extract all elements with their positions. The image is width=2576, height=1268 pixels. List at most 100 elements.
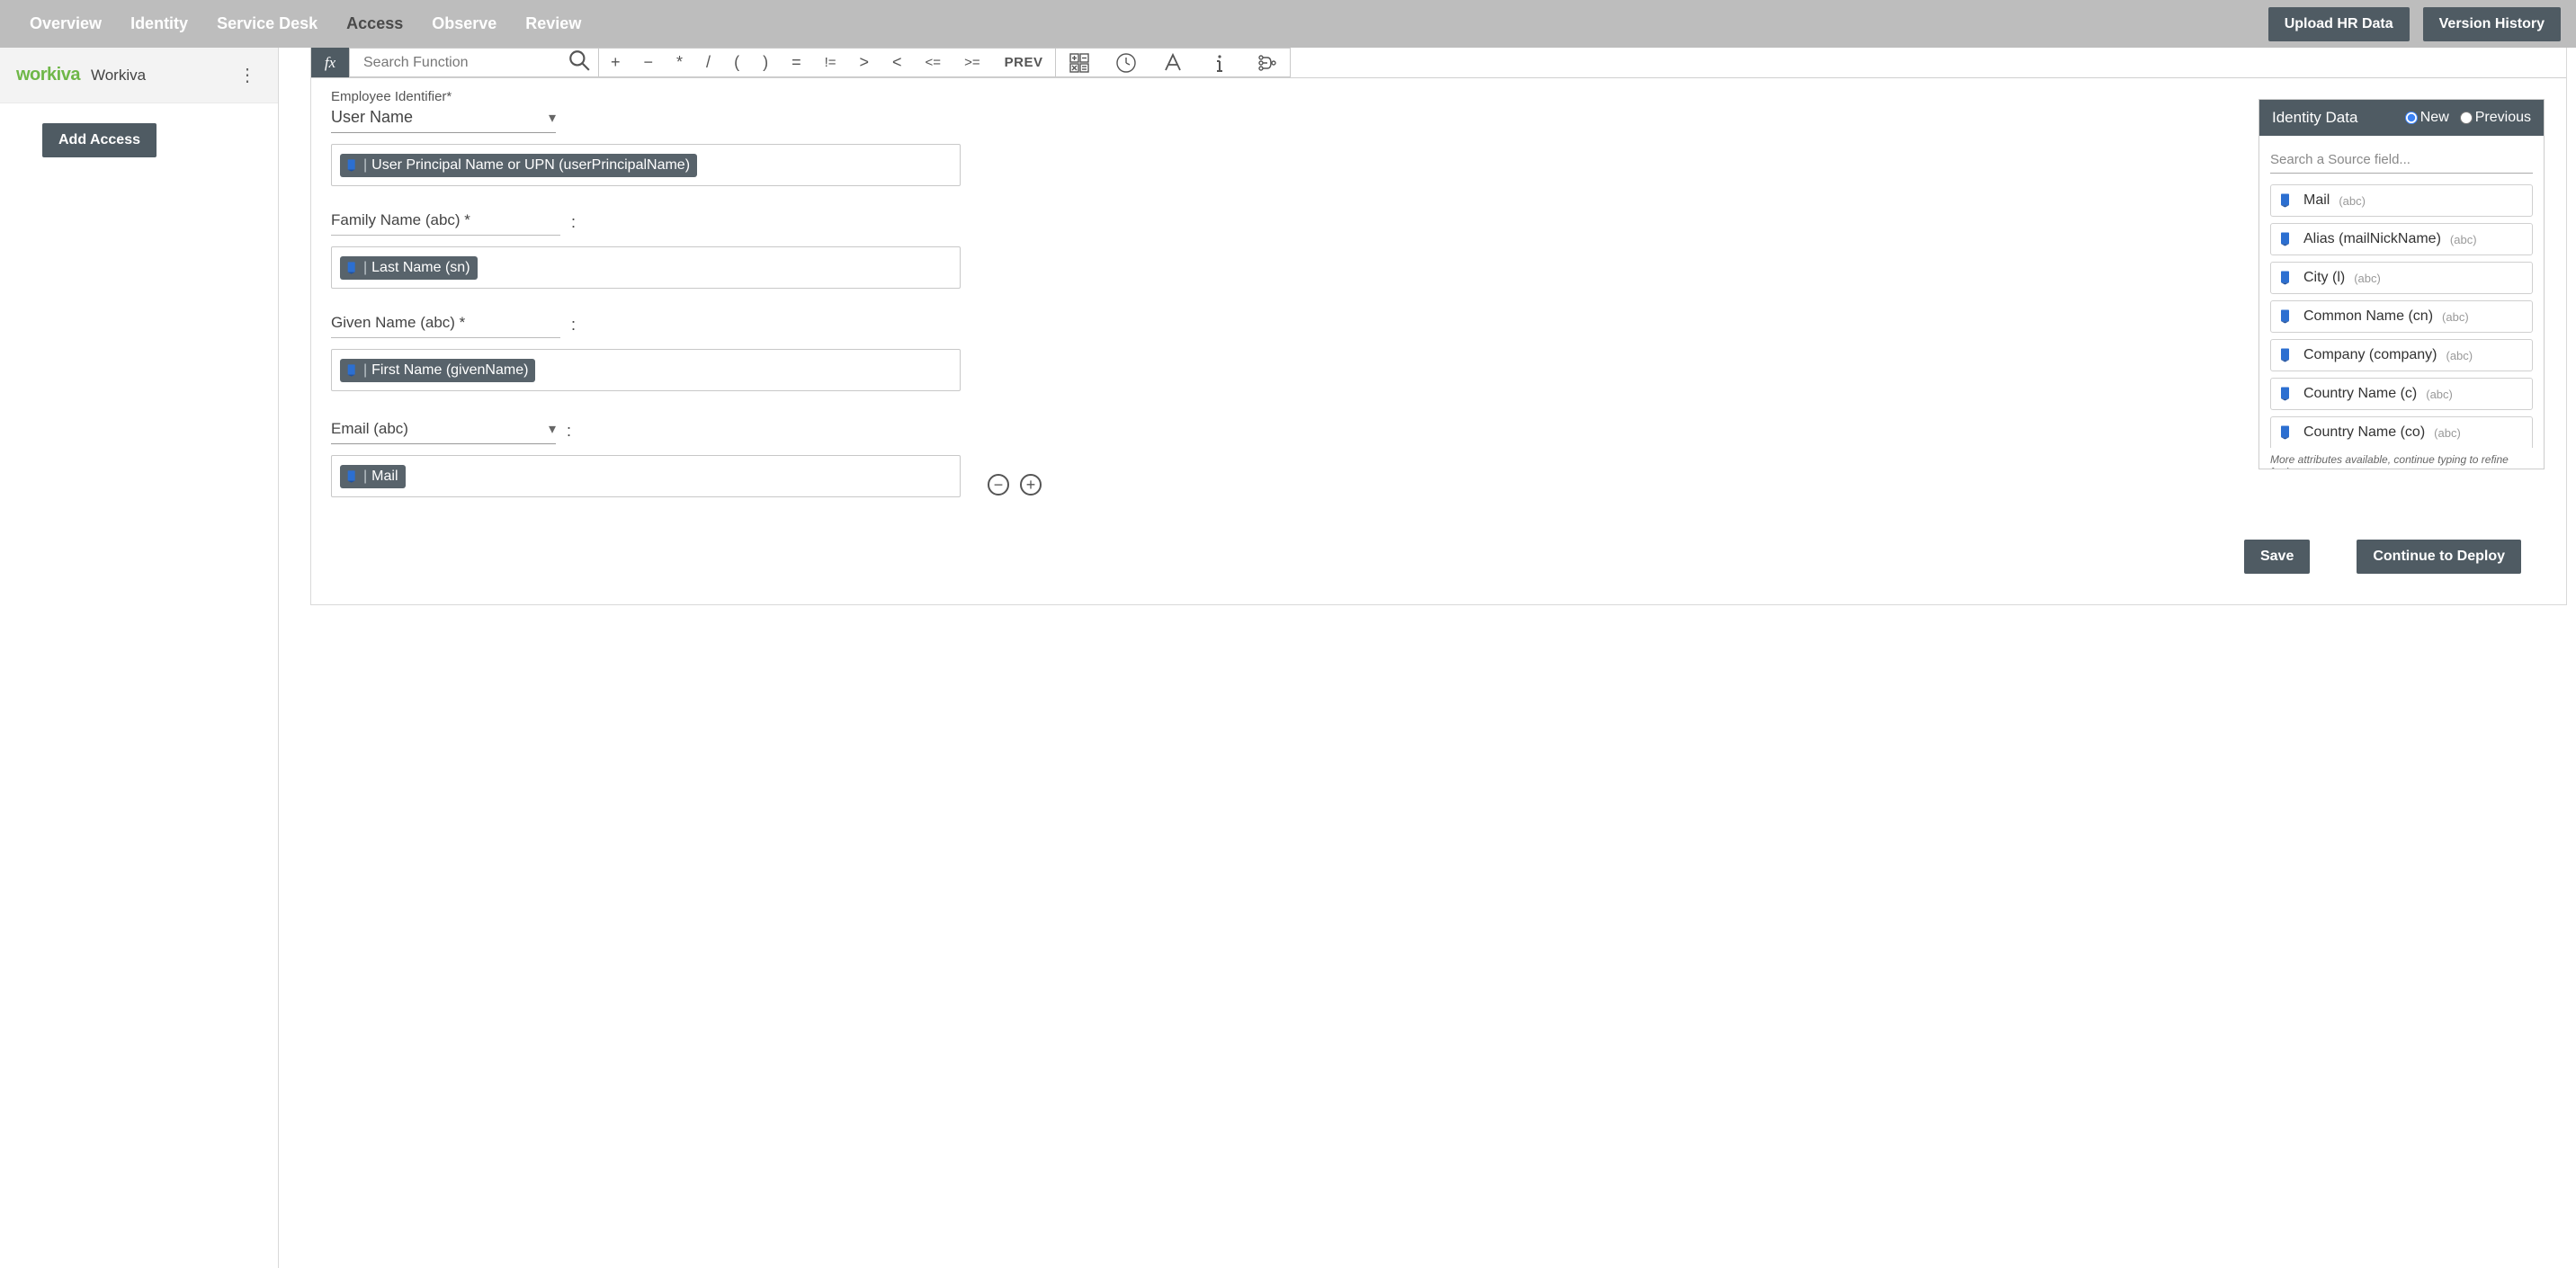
op-lt[interactable]: < xyxy=(881,49,914,76)
formula-bar: fx + − * / ( ) = != > < xyxy=(311,48,2566,78)
source-icon xyxy=(345,158,360,173)
source-item-type: (abc) xyxy=(2442,310,2469,324)
search-icon[interactable] xyxy=(568,49,591,76)
source-item-name: Alias (mailNickName) xyxy=(2303,231,2441,247)
nav-tab-observe[interactable]: Observe xyxy=(417,1,511,47)
calc-icon[interactable] xyxy=(1056,49,1103,76)
chevron-down-icon: ▾ xyxy=(549,420,556,438)
op-gt[interactable]: > xyxy=(848,49,881,76)
nav-tabs: Overview Identity Service Desk Access Ob… xyxy=(15,1,595,47)
op-divide[interactable]: / xyxy=(694,49,722,76)
form-body: Employee Identifier* User Name ▾ | User … xyxy=(311,78,2566,544)
remove-mapping-button[interactable]: − xyxy=(988,474,1009,496)
source-icon xyxy=(2278,308,2294,326)
label-family-name: Family Name (abc) * xyxy=(331,211,560,229)
save-button[interactable]: Save xyxy=(2244,540,2310,574)
source-item[interactable]: Common Name (cn) (abc) xyxy=(2270,300,2533,333)
identity-data-panel: Identity Data New Previous Mail (abc) Alia… xyxy=(2258,99,2545,469)
pill-label: User Principal Name or UPN (userPrincipa… xyxy=(371,157,690,174)
source-item-name: Common Name (cn) xyxy=(2303,308,2433,325)
mapping-employee-identifier[interactable]: | User Principal Name or UPN (userPrinci… xyxy=(331,144,961,186)
info-icon[interactable] xyxy=(1196,49,1243,76)
mapping-controls: − + xyxy=(988,474,2546,496)
source-item[interactable]: Country Name (co)(abc) xyxy=(2270,416,2533,448)
sidebar: workiva Workiva ⋮ Add Access xyxy=(0,48,279,1268)
source-icon xyxy=(2278,424,2294,442)
op-eq[interactable]: = xyxy=(780,49,813,76)
nav-tab-identity[interactable]: Identity xyxy=(116,1,202,47)
fx-button[interactable]: fx xyxy=(311,48,349,77)
source-item-type: (abc) xyxy=(2339,194,2366,208)
mapping-family-name[interactable]: | Last Name (sn) xyxy=(331,246,961,289)
nav-tab-access[interactable]: Access xyxy=(332,1,417,47)
identity-title: Identity Data xyxy=(2272,109,2357,127)
source-icon xyxy=(2278,269,2294,287)
op-lte[interactable]: <= xyxy=(914,49,953,76)
op-plus[interactable]: + xyxy=(599,49,632,76)
source-icon xyxy=(345,363,360,378)
colon: : xyxy=(567,422,571,444)
source-search-input[interactable] xyxy=(2270,148,2533,174)
nav-tab-review[interactable]: Review xyxy=(511,1,595,47)
source-item[interactable]: City (l)(abc) xyxy=(2270,262,2533,294)
add-mapping-button[interactable]: + xyxy=(1020,474,1042,496)
pill-mail[interactable]: | Mail xyxy=(340,465,406,488)
source-item-name: Mail xyxy=(2303,192,2330,209)
mapping-given-name[interactable]: | First Name (givenName) xyxy=(331,349,961,391)
text-icon[interactable] xyxy=(1149,49,1196,76)
select-employee-identifier[interactable]: User Name ▾ xyxy=(331,104,556,133)
source-item[interactable]: Company (company) (abc) xyxy=(2270,339,2533,371)
radio-new[interactable]: New xyxy=(2405,110,2449,126)
op-prev[interactable]: PREV xyxy=(992,49,1056,76)
pill-divider: | xyxy=(363,157,367,174)
pill-divider: | xyxy=(363,362,367,379)
op-lparen[interactable]: ( xyxy=(722,49,751,76)
function-search-input[interactable] xyxy=(363,55,568,71)
source-icon xyxy=(345,261,360,275)
pill-upn[interactable]: | User Principal Name or UPN (userPrinci… xyxy=(340,154,697,177)
source-item-name: Company (company) xyxy=(2303,347,2437,363)
label-employee-identifier: Employee Identifier* xyxy=(331,89,2546,104)
op-neq[interactable]: != xyxy=(813,49,848,76)
pill-label: First Name (givenName) xyxy=(371,362,528,379)
row-family-name: Family Name (abc) * : | Last Name (sn) xyxy=(331,211,2546,289)
source-list: Mail(abc)Alias (mailNickName)(abc)City (… xyxy=(2270,184,2533,448)
mapping-email[interactable]: | Mail xyxy=(331,455,961,497)
radio-previous[interactable]: Previous xyxy=(2460,110,2531,126)
function-search[interactable] xyxy=(349,48,599,77)
select-value: User Name xyxy=(331,108,413,127)
op-minus[interactable]: − xyxy=(632,49,666,76)
source-item[interactable]: Mail (abc) xyxy=(2270,184,2533,217)
app-name: Workiva xyxy=(91,67,146,85)
op-gte[interactable]: >= xyxy=(953,49,992,76)
more-attributes-note: More attributes available, continue typi… xyxy=(2270,453,2533,469)
logic-icon[interactable] xyxy=(1243,49,1290,76)
clock-icon[interactable] xyxy=(1103,49,1149,76)
continue-to-deploy-button[interactable]: Continue to Deploy xyxy=(2357,540,2521,574)
chevron-down-icon: ▾ xyxy=(549,109,556,127)
version-history-button[interactable]: Version History xyxy=(2423,7,2561,41)
select-email[interactable]: Email (abc) ▾ xyxy=(331,416,556,444)
label-given-name: Given Name (abc) * xyxy=(331,314,560,332)
source-item[interactable]: Alias (mailNickName)(abc) xyxy=(2270,223,2533,255)
more-menu-icon[interactable]: ⋮ xyxy=(235,60,260,90)
row-employee-identifier: Employee Identifier* User Name ▾ | User … xyxy=(331,89,2546,186)
pill-label: Mail xyxy=(371,469,398,485)
footer-buttons: Save Continue to Deploy xyxy=(2244,540,2521,574)
source-item[interactable]: Country Name (c)(abc) xyxy=(2270,378,2533,410)
main-content: fx + − * / ( ) = != > < xyxy=(279,48,2576,1268)
source-item-type: (abc) xyxy=(2446,349,2473,362)
upload-hr-data-button[interactable]: Upload HR Data xyxy=(2268,7,2410,41)
add-access-button[interactable]: Add Access xyxy=(42,123,157,157)
nav-tab-overview[interactable]: Overview xyxy=(15,1,116,47)
op-multiply[interactable]: * xyxy=(665,49,694,76)
nav-tab-service-desk[interactable]: Service Desk xyxy=(202,1,332,47)
pill-first-name[interactable]: | First Name (givenName) xyxy=(340,359,535,382)
source-icon xyxy=(2278,385,2294,403)
sidebar-app-row[interactable]: workiva Workiva ⋮ xyxy=(0,48,278,103)
pill-last-name[interactable]: | Last Name (sn) xyxy=(340,256,478,280)
select-value: Email (abc) xyxy=(331,420,408,438)
row-given-name: Given Name (abc) * : | First Name (given… xyxy=(331,314,2546,391)
op-rparen[interactable]: ) xyxy=(751,49,780,76)
source-item-name: Country Name (c) xyxy=(2303,386,2417,402)
